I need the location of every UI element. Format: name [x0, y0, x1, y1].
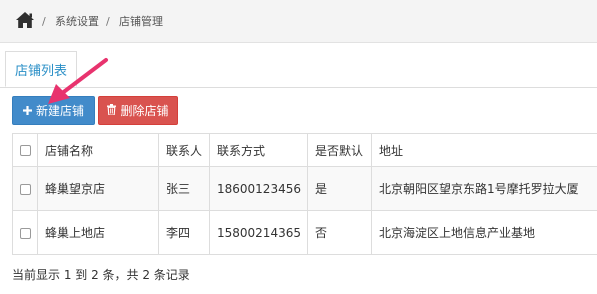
breadcrumb-item-store-management: 店铺管理 [119, 15, 163, 28]
delete-store-label: 删除店铺 [120, 104, 169, 118]
column-header-address[interactable]: 地址 [371, 133, 597, 167]
breadcrumb-item-system-settings[interactable]: 系统设置 [55, 15, 99, 29]
row-select-cell [12, 166, 38, 211]
column-header-default[interactable]: 是否默认 [307, 133, 372, 167]
contact-cell: 张三 [158, 166, 210, 211]
select-all-checkbox[interactable] [20, 145, 31, 156]
default-cell: 是 [307, 166, 372, 211]
pagination-info: 当前显示 1 到 2 条，共 2 条记录 [12, 268, 190, 282]
contact-cell: 李四 [158, 210, 210, 255]
address-cell: 北京海淀区上地信息产业基地 [371, 210, 597, 255]
annotation-arrow-icon [48, 58, 108, 104]
home-icon[interactable] [15, 11, 35, 29]
table-row[interactable]: 蜂巢望京店 张三 18600123456 是 北京朝阳区望京东路1号摩托罗拉大厦 [12, 166, 597, 211]
column-header-contact[interactable]: 联系人 [158, 133, 210, 167]
store-name-cell: 蜂巢望京店 [37, 166, 159, 211]
breadcrumb-separator: / [42, 15, 46, 28]
table-row[interactable]: 蜂巢上地店 李四 15800214365 否 北京海淀区上地信息产业基地 [12, 210, 597, 255]
address-cell: 北京朝阳区望京东路1号摩托罗拉大厦 [371, 166, 597, 211]
default-cell: 否 [307, 210, 372, 255]
row-select-cell [12, 210, 38, 255]
breadcrumb: / 系统设置 / 店铺管理 [0, 0, 597, 43]
select-all-cell [12, 133, 38, 167]
column-header-phone[interactable]: 联系方式 [209, 133, 308, 167]
breadcrumb-separator: / [106, 15, 110, 28]
column-header-store-name[interactable]: 店铺名称 [37, 133, 159, 167]
phone-cell: 15800214365 [209, 210, 308, 255]
store-table: 店铺名称 联系人 联系方式 是否默认 地址 蜂巢望京店 张三 186001234… [12, 133, 597, 255]
row-checkbox[interactable] [20, 227, 31, 239]
table-header-row: 店铺名称 联系人 联系方式 是否默认 地址 [12, 133, 597, 167]
plus-icon [22, 104, 32, 118]
store-name-cell: 蜂巢上地店 [37, 210, 159, 255]
row-checkbox[interactable] [20, 183, 31, 195]
phone-cell: 18600123456 [209, 166, 308, 211]
